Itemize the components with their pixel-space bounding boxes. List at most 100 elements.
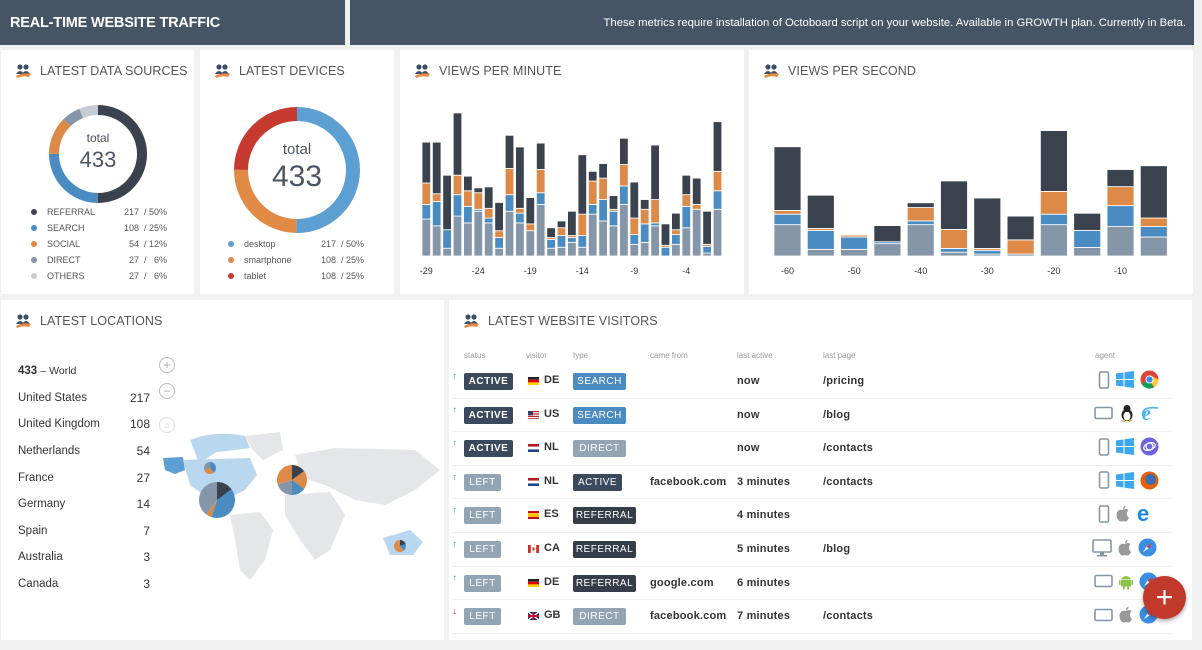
bar-segment-search[interactable]	[906, 220, 935, 226]
bar-segment-social[interactable]	[712, 170, 723, 192]
last-page[interactable]: /blog	[823, 543, 850, 555]
bar-segment-direct[interactable]	[1073, 247, 1102, 257]
bar-segment-direct[interactable]	[906, 224, 935, 257]
bar-segment-direct[interactable]	[567, 241, 577, 257]
bar-segment-social[interactable]	[515, 207, 525, 214]
bar-segment-direct[interactable]	[629, 243, 640, 257]
bar-segment-search[interactable]	[619, 185, 629, 205]
bar-segment-direct[interactable]	[504, 210, 515, 257]
bar-segment-referral[interactable]	[691, 177, 702, 205]
bar-segment-search[interactable]	[608, 210, 619, 227]
visitor-row[interactable]: ↑ ACTIVE DE SEARCH now /pricing	[452, 365, 1172, 399]
bar-segment-social[interactable]	[940, 228, 968, 249]
bar-segment-social[interactable]	[840, 234, 868, 238]
bar-segment-search[interactable]	[650, 222, 660, 227]
bar-segment-direct[interactable]	[1106, 226, 1135, 257]
bar-segment-search[interactable]	[973, 249, 1002, 255]
location-row[interactable]: France 27	[18, 464, 150, 491]
bar-segment-referral[interactable]	[463, 175, 473, 192]
bar-segment-referral[interactable]	[484, 186, 494, 209]
bar-segment-referral[interactable]	[515, 146, 525, 209]
location-world[interactable]: 433 – World	[18, 358, 150, 385]
bar-segment-direct[interactable]	[421, 218, 432, 257]
bar-segment-referral[interactable]	[535, 142, 546, 170]
bar-segment-referral[interactable]	[906, 202, 935, 208]
bar-segment-search[interactable]	[494, 237, 504, 249]
bar-segment-direct[interactable]	[840, 248, 868, 257]
last-page[interactable]: /contacts	[823, 442, 873, 454]
last-page[interactable]: /blog	[823, 409, 850, 421]
legend-item-referral[interactable]: REFERRAL 217 / 50%	[31, 204, 167, 220]
bar-segment-social[interactable]	[619, 164, 629, 187]
bar-segment-search[interactable]	[556, 235, 567, 248]
bar-segment-direct[interactable]	[940, 251, 968, 257]
bar-segment-direct[interactable]	[535, 204, 546, 257]
bar-segment-search[interactable]	[432, 201, 442, 227]
bar-segment-search[interactable]	[577, 235, 588, 248]
bar-segment-social[interactable]	[1139, 217, 1168, 227]
map-pie-eu[interactable]	[277, 465, 307, 495]
map-pie-ca[interactable]	[204, 462, 216, 474]
bar-segment-referral[interactable]	[598, 163, 608, 179]
bar-segment-direct[interactable]	[525, 230, 536, 257]
bar-segment-social[interactable]	[671, 229, 681, 235]
bar-segment-social[interactable]	[598, 177, 608, 200]
bar-segment-direct[interactable]	[587, 213, 598, 257]
bar-segment-search[interactable]	[442, 229, 452, 249]
bar-segment-search[interactable]	[1106, 205, 1135, 227]
bar-segment-referral[interactable]	[567, 210, 577, 236]
bar-segment-search[interactable]	[639, 223, 650, 243]
bar-segment-direct[interactable]	[671, 243, 681, 257]
bar-segment-search[interactable]	[712, 190, 723, 210]
bar-segment-search[interactable]	[773, 213, 802, 226]
bar-segment-social[interactable]	[577, 213, 588, 236]
bar-segment-referral[interactable]	[421, 141, 432, 184]
visitor-row[interactable]: ↓ LEFT GB DIRECT facebook.com 7 minutes …	[452, 600, 1172, 634]
location-row[interactable]: Canada 3	[18, 571, 150, 598]
bar-segment-referral[interactable]	[629, 181, 640, 219]
location-row[interactable]: Netherlands 54	[18, 438, 150, 465]
bar-segment-referral[interactable]	[671, 212, 681, 231]
bar-segment-social[interactable]	[650, 199, 660, 224]
bar-segment-direct[interactable]	[712, 208, 723, 257]
visitor-row[interactable]: ↑ LEFT ES REFERRAL 4 minutes e	[452, 499, 1172, 533]
bar-segment-search[interactable]	[463, 205, 473, 224]
bar-segment-social[interactable]	[629, 217, 640, 235]
bar-segment-referral[interactable]	[587, 170, 598, 182]
map-zoom-in-button[interactable]: +	[159, 357, 175, 373]
last-page[interactable]: /contacts	[823, 610, 873, 622]
bar-segment-social[interactable]	[587, 180, 598, 205]
bar-segment-social[interactable]	[1039, 190, 1068, 215]
bar-segment-referral[interactable]	[712, 121, 723, 172]
bar-segment-social[interactable]	[681, 194, 692, 207]
bar-segment-direct[interactable]	[702, 252, 712, 257]
bar-segment-referral[interactable]	[473, 187, 484, 194]
bar-segment-search[interactable]	[629, 234, 640, 245]
bar-segment-direct[interactable]	[1039, 224, 1068, 257]
bar-segment-direct[interactable]	[556, 246, 567, 257]
bar-segment-direct[interactable]	[608, 225, 619, 257]
bar-segment-search[interactable]	[587, 204, 598, 215]
bar-segment-search[interactable]	[452, 194, 463, 217]
location-row[interactable]: United Kingdom 108	[18, 411, 150, 438]
bar-segment-social[interactable]	[556, 227, 567, 236]
bar-segment-search[interactable]	[567, 237, 577, 243]
legend-item-desktop[interactable]: desktop 217 / 50%	[228, 236, 364, 252]
visitor-row[interactable]: ↑ LEFT CA REFERRAL 5 minutes /blog	[452, 533, 1172, 567]
map-zoom-out-button[interactable]: −	[159, 383, 175, 399]
bar-segment-referral[interactable]	[504, 134, 515, 169]
bar-segment-social[interactable]	[906, 207, 935, 222]
map-pie-us[interactable]	[199, 482, 235, 518]
bar-segment-direct[interactable]	[473, 210, 484, 257]
bar-segment-social[interactable]	[484, 207, 494, 219]
bar-segment-search[interactable]	[484, 217, 494, 224]
bar-segment-search[interactable]	[535, 192, 546, 205]
bar-segment-direct[interactable]	[598, 220, 608, 257]
bar-segment-referral[interactable]	[1139, 165, 1168, 219]
last-page[interactable]: /contacts	[823, 476, 873, 488]
bar-segment-search[interactable]	[515, 212, 525, 224]
bar-segment-search[interactable]	[840, 236, 868, 250]
bar-segment-social[interactable]	[773, 209, 802, 215]
map-alaska[interactable]	[163, 457, 185, 474]
bar-segment-referral[interactable]	[546, 227, 556, 238]
